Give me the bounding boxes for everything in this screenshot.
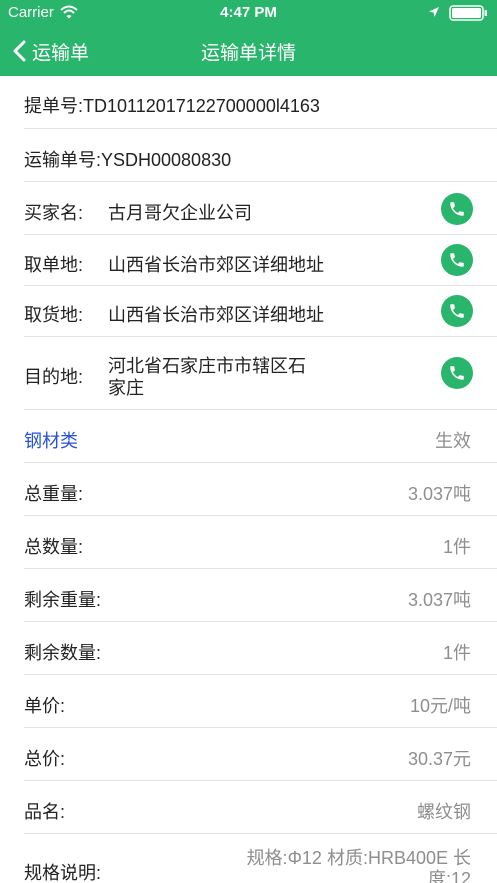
destination-value-line2: 家庄: [108, 378, 144, 398]
status-bar: Carrier 4:47 PM: [0, 0, 497, 26]
spec-value-line2: 度:12: [427, 869, 471, 883]
destination-row: 目的地: 河北省石家庄市市辖区石 家庄: [24, 337, 497, 410]
remaining-weight-value: 3.037吨: [407, 590, 471, 610]
call-destination-button[interactable]: [441, 357, 473, 389]
pickup-order-value: 山西省长治市郊区详细地址: [108, 255, 324, 275]
detail-row-total-weight: 总重量: 3.037吨: [24, 463, 497, 516]
pickup-order-row: 取单地: 山西省长治市郊区详细地址: [24, 235, 497, 286]
total-price-label: 总价:: [24, 749, 66, 769]
unit-price-label: 单价:: [24, 696, 66, 716]
spec-row: 规格说明: 规格:Φ12 材质:HRB400E 长 度:12: [24, 834, 497, 883]
bill-number-row: 提单号:TD10112017122700000l4163: [24, 76, 497, 129]
pickup-goods-label: 取货地:: [24, 305, 84, 325]
total-quantity-value: 1件: [442, 537, 471, 557]
buyer-label: 买家名:: [24, 203, 84, 223]
product-name-label: 品名:: [24, 802, 66, 822]
detail-row-unit-price: 单价: 10元/吨: [24, 675, 497, 728]
app-header: Carrier 4:47 PM 运输单 运输单详情: [0, 0, 497, 76]
buyer-row: 买家名: 古月哥欠企业公司: [24, 182, 497, 235]
status-badge: 生效: [435, 431, 471, 451]
call-pickup-order-button[interactable]: [441, 244, 473, 276]
phone-icon: [450, 202, 464, 216]
category-row: 钢材类 生效: [24, 410, 497, 463]
total-price-value: 30.37元: [407, 749, 471, 769]
pickup-goods-value: 山西省长治市郊区详细地址: [108, 305, 324, 325]
call-pickup-goods-button[interactable]: [441, 295, 473, 327]
transport-number-row: 运输单号:YSDH00080830: [24, 129, 497, 182]
total-quantity-label: 总数量:: [24, 537, 84, 557]
location-arrow-icon: [429, 7, 439, 17]
unit-price-value: 10元/吨: [409, 696, 471, 716]
bill-number: 提单号:TD10112017122700000l4163: [24, 96, 320, 116]
order-detail-list: 提单号:TD10112017122700000l4163 运输单号:YSDH00…: [0, 76, 497, 883]
navigation-bar: 运输单 运输单详情: [0, 26, 497, 76]
detail-row-total-price: 总价: 30.37元: [24, 728, 497, 781]
remaining-weight-label: 剩余重量:: [24, 590, 102, 610]
battery-icon: [449, 5, 487, 21]
call-buyer-button[interactable]: [441, 193, 473, 225]
pickup-goods-row: 取货地: 山西省长治市郊区详细地址: [24, 286, 497, 337]
total-weight-label: 总重量:: [24, 484, 84, 504]
total-weight-value: 3.037吨: [407, 484, 471, 504]
buyer-value: 古月哥欠企业公司: [108, 203, 252, 223]
remaining-quantity-label: 剩余数量:: [24, 643, 102, 663]
product-name-value: 螺纹钢: [417, 802, 471, 822]
detail-row-total-quantity: 总数量: 1件: [24, 516, 497, 569]
detail-row-remaining-weight: 剩余重量: 3.037吨: [24, 569, 497, 622]
spec-label: 规格说明:: [24, 863, 102, 883]
pickup-order-label: 取单地:: [24, 255, 84, 275]
page-title: 运输单详情: [200, 43, 296, 64]
phone-icon: [450, 253, 464, 267]
detail-row-product-name: 品名: 螺纹钢: [24, 781, 497, 834]
phone-icon: [450, 304, 464, 318]
remaining-quantity-value: 1件: [442, 643, 471, 663]
destination-label: 目的地:: [24, 367, 84, 387]
status-time: 4:47 PM: [220, 4, 277, 21]
category-label: 钢材类: [24, 431, 78, 451]
detail-row-remaining-quantity: 剩余数量: 1件: [24, 622, 497, 675]
transport-number: 运输单号:YSDH00080830: [24, 150, 232, 170]
phone-icon: [450, 366, 464, 380]
